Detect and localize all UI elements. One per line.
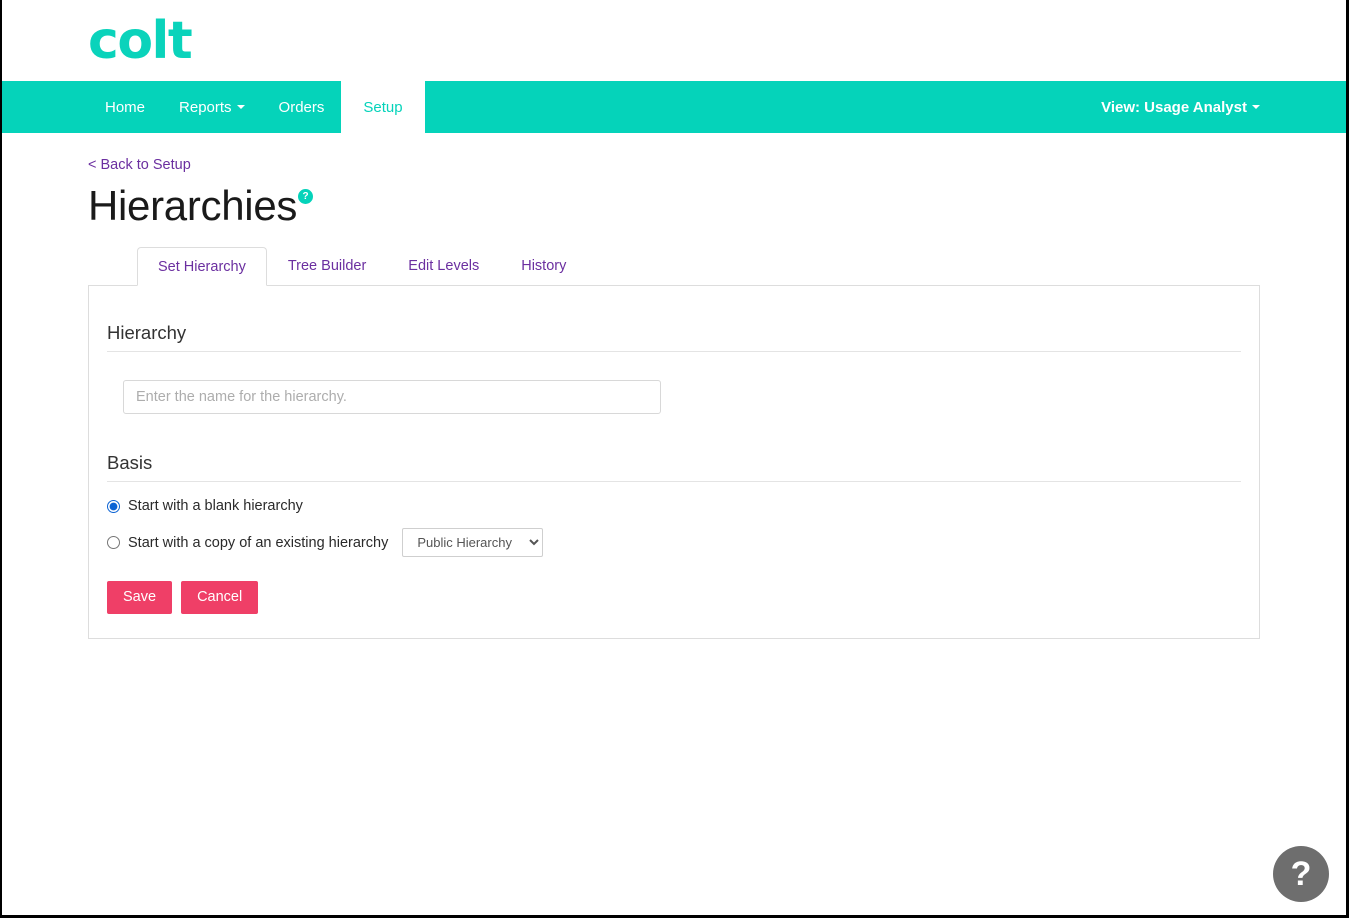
logo-bar: colt — [2, 0, 1346, 81]
existing-hierarchy-select[interactable]: Public Hierarchy — [402, 528, 544, 557]
tab-history[interactable]: History — [500, 246, 587, 285]
view-selector[interactable]: View: Usage Analyst — [1101, 100, 1260, 115]
hierarchy-name-input[interactable] — [123, 380, 661, 414]
nav-item-home-label: Home — [105, 98, 146, 116]
chevron-down-icon — [1252, 105, 1260, 109]
page-content: < Back to Setup Hierarchies ? Set Hierar… — [2, 133, 1346, 639]
primary-navbar: Home Reports Orders Setup View: Usage An… — [2, 81, 1346, 133]
cancel-button[interactable]: Cancel — [181, 581, 259, 614]
form-actions: Save Cancel — [107, 581, 1241, 614]
page-title-row: Hierarchies ? — [88, 185, 1260, 227]
basis-option-blank-label[interactable]: Start with a blank hierarchy — [128, 498, 303, 514]
back-to-setup-link[interactable]: < Back to Setup — [88, 157, 191, 173]
basis-section-heading: Basis — [107, 452, 1241, 482]
basis-option-copy-label[interactable]: Start with a copy of an existing hierarc… — [128, 535, 388, 551]
hierarchy-name-field-block — [107, 352, 1241, 452]
app-viewport: colt Home Reports Orders Setup View: Usa… — [0, 0, 1349, 918]
navbar-right: View: Usage Analyst — [1101, 81, 1346, 133]
page-title: Hierarchies — [88, 182, 298, 229]
help-fab-icon[interactable]: ? — [1273, 846, 1329, 902]
chevron-down-icon — [236, 105, 245, 109]
basis-option-copy-row: Start with a copy of an existing hierarc… — [107, 528, 1241, 557]
nav-item-setup[interactable]: Setup — [341, 81, 425, 133]
basis-option-copy-radio[interactable] — [107, 536, 120, 549]
nav-item-home[interactable]: Home — [88, 81, 162, 133]
tab-bar: Set Hierarchy Tree Builder Edit Levels H… — [88, 246, 1260, 286]
nav-item-reports-label: Reports — [179, 98, 232, 116]
basis-options: Start with a blank hierarchy Start with … — [107, 482, 1241, 614]
tab-tree-builder[interactable]: Tree Builder — [267, 246, 387, 285]
hierarchy-section-heading: Hierarchy — [107, 322, 1241, 352]
tab-edit-levels[interactable]: Edit Levels — [387, 246, 500, 285]
basis-option-blank-radio[interactable] — [107, 499, 120, 513]
navbar-links: Home Reports Orders Setup — [2, 81, 425, 133]
tab-set-hierarchy[interactable]: Set Hierarchy — [137, 247, 267, 286]
basis-option-blank-row: Start with a blank hierarchy — [107, 498, 1241, 514]
save-button[interactable]: Save — [107, 581, 173, 614]
nav-item-orders-label: Orders — [278, 98, 325, 116]
colt-logo[interactable]: colt — [88, 15, 193, 67]
nav-item-reports[interactable]: Reports — [162, 81, 262, 133]
nav-item-orders[interactable]: Orders — [262, 81, 342, 133]
set-hierarchy-panel: Hierarchy Basis Start with a blank hiera… — [88, 285, 1260, 639]
view-selector-label: View: Usage Analyst — [1101, 98, 1247, 116]
help-badge-icon[interactable]: ? — [298, 189, 314, 204]
nav-item-setup-label: Setup — [363, 98, 403, 116]
